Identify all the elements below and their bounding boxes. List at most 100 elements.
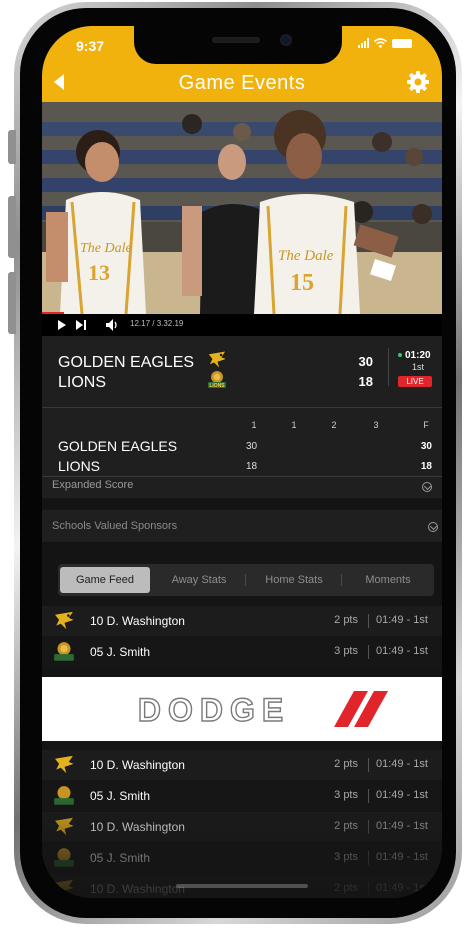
play-icon[interactable] [57, 320, 67, 330]
feed-player: 05 J. Smith [90, 645, 151, 659]
tab-separator [341, 574, 342, 586]
svg-text:15: 15 [290, 270, 314, 296]
feed-separator [368, 851, 369, 865]
feed-separator [368, 820, 369, 834]
feed-time: 01:49 - 1st [376, 789, 428, 801]
expanded-score-toggle[interactable]: Expanded Score [52, 479, 133, 491]
scoreboard-divider [42, 407, 442, 408]
lions-logo-icon [54, 642, 74, 661]
video-controls: 12.17 / 3.32.19 [42, 314, 442, 336]
away-period-1: 18 [246, 461, 258, 472]
feed-player: 05 J. Smith [90, 789, 151, 803]
dodge-ad: DODGE [137, 691, 388, 729]
tab-home-stats[interactable]: Home Stats [248, 564, 340, 596]
feed-time: 01:49 - 1st [376, 851, 428, 863]
earpiece [212, 37, 260, 43]
golden-eagles-logo-icon [53, 610, 76, 632]
ad-brand-text: DODGE [138, 692, 290, 728]
svg-text:The Dale: The Dale [278, 248, 334, 264]
feed-player: 10 D. Washington [90, 820, 185, 834]
feed-points: 3 pts [334, 645, 358, 657]
period-header-final: F [423, 420, 429, 430]
app-screen: 9:37 Game Events The Dale 13 The Dale 15… [42, 26, 442, 898]
period-header-3: 2 [331, 420, 337, 430]
lions-logo-icon [54, 786, 74, 805]
section-gap [42, 498, 442, 510]
svg-text:LIONS: LIONS [209, 383, 225, 389]
tab-game-feed[interactable]: Game Feed [60, 567, 150, 593]
feed-row[interactable]: 05 J. Smith 3 pts 01:49 - 1st [42, 843, 442, 873]
scoreboard-divider-lower [42, 476, 442, 477]
lions-logo-icon: LIONS [208, 371, 226, 389]
golden-eagles-logo-icon [53, 816, 76, 838]
feed-row[interactable]: 10 D. Washington 2 pts 01:49 - 1st [42, 812, 442, 842]
feed-player: 05 J. Smith [90, 851, 151, 865]
feed-points: 2 pts [334, 820, 358, 832]
feed-points: 3 pts [334, 789, 358, 801]
lions-logo-icon [54, 848, 74, 867]
feed-player: 10 D. Washington [90, 882, 185, 896]
home-team-name: GOLDEN EAGLES [58, 354, 195, 371]
feed-separator [368, 758, 369, 772]
feed-separator [368, 614, 369, 628]
video-time-label: 12.17 / 3.32.19 [130, 319, 184, 328]
sponsors-label: Schools Valued Sponsors [52, 520, 178, 532]
scoreboard: GOLDEN EAGLES LIONS LIONS 30 18 01:20 1s… [42, 336, 442, 498]
home-team-name-grid: GOLDEN EAGLES [58, 438, 178, 454]
feed-player: 10 D. Washington [90, 758, 185, 772]
feed-row[interactable]: 05 J. Smith 3 pts 01:49 - 1st [42, 637, 442, 667]
svg-text:The Dale: The Dale [80, 241, 132, 256]
feed-player: 10 D. Washington [90, 614, 185, 628]
page-title: Game Events [178, 72, 306, 94]
feed-time: 01:49 - 1st [376, 758, 428, 770]
expand-chevron-icon[interactable] [422, 482, 432, 492]
wifi-icon [374, 38, 387, 48]
feed-row[interactable]: 10 D. Washington 2 pts 01:49 - 1st [42, 606, 442, 636]
battery-icon [392, 38, 412, 48]
status-icons [358, 38, 412, 48]
feed-separator [368, 645, 369, 659]
video-frame: The Dale 13 The Dale 15 [42, 102, 442, 314]
feed-points: 2 pts [334, 614, 358, 626]
feed-row[interactable]: 10 D. Washington 2 pts 01:49 - 1st [42, 750, 442, 780]
home-period-1: 30 [246, 441, 258, 452]
feed-time: 01:49 - 1st [376, 820, 428, 832]
tab-away-stats[interactable]: Away Stats [156, 564, 242, 596]
tab-moments[interactable]: Moments [344, 564, 432, 596]
volume-icon[interactable] [106, 319, 120, 331]
status-time: 9:37 [76, 38, 105, 54]
golden-eagles-logo-icon [53, 754, 76, 776]
home-final-score: 30 [420, 441, 432, 452]
golden-eagles-logo-icon [53, 878, 76, 898]
tab-separator [245, 574, 246, 586]
feed-time: 01:49 - 1st [376, 614, 428, 626]
game-period: 1st [412, 362, 425, 372]
feed-time: 01:49 - 1st [376, 645, 428, 657]
gear-icon[interactable] [406, 70, 430, 94]
away-score: 18 [358, 374, 373, 389]
score-divider [388, 348, 389, 386]
home-score: 30 [358, 354, 373, 369]
sponsors-chevron-icon[interactable] [428, 522, 438, 532]
period-header-1: 1 [251, 420, 257, 430]
video-player[interactable]: The Dale 13 The Dale 15 [42, 102, 442, 314]
feed-points: 2 pts [334, 882, 358, 894]
clock-value: 01:20 [405, 350, 431, 361]
feed-row[interactable]: 05 J. Smith 3 pts 01:49 - 1st [42, 781, 442, 811]
away-team-name-grid: LIONS [58, 458, 101, 474]
sponsors-section[interactable]: Schools Valued Sponsors [42, 510, 442, 542]
skip-next-icon[interactable] [75, 320, 87, 330]
live-dot-icon [398, 353, 402, 358]
sponsor-ad-banner[interactable]: DODGE [42, 677, 442, 741]
period-header-2: 1 [291, 420, 297, 430]
away-team-name: LIONS [58, 374, 107, 391]
golden-eagles-logo-icon [207, 350, 228, 370]
mute-switch [8, 130, 16, 164]
period-header-4: 3 [373, 420, 379, 430]
notch [134, 26, 342, 64]
feed-points: 2 pts [334, 758, 358, 770]
volume-down-button [8, 272, 16, 334]
feed-points: 3 pts [334, 851, 358, 863]
feed-time: 01:49 - 1st [376, 882, 428, 894]
home-indicator[interactable] [176, 884, 308, 888]
